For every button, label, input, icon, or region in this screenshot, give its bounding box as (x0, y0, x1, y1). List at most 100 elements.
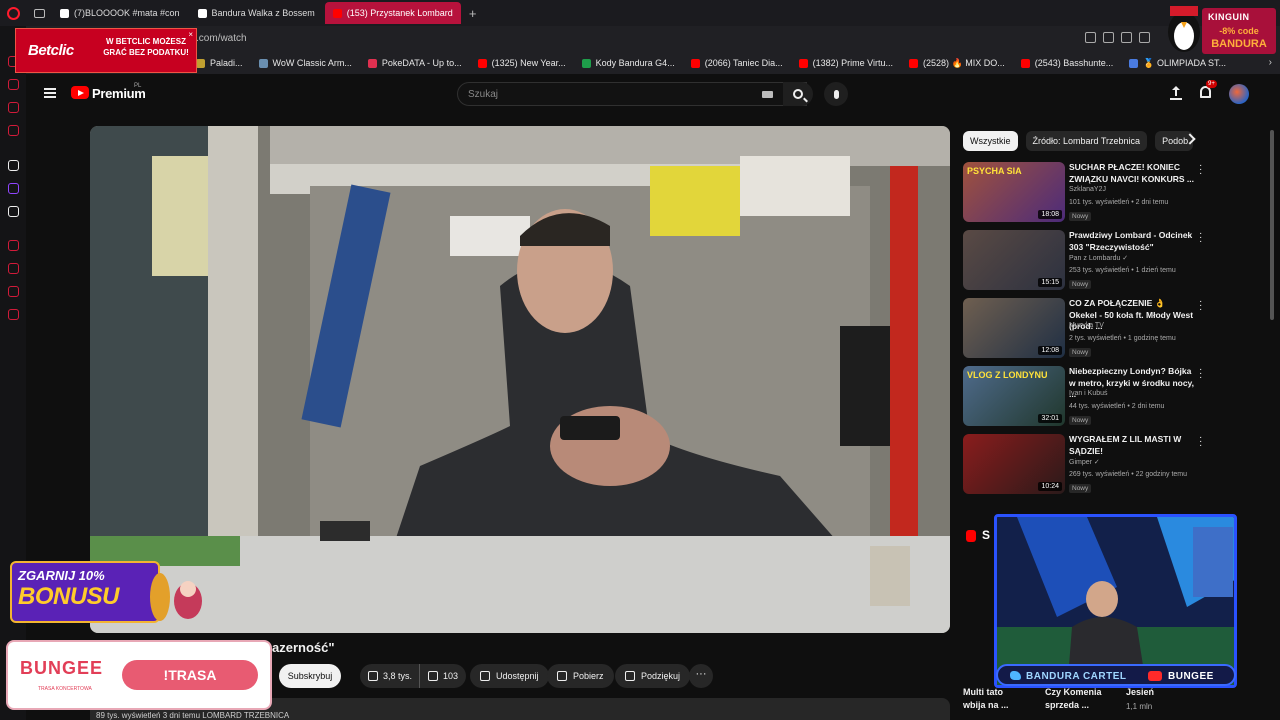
tab-label: Bandura Walka z Bossem (211, 8, 315, 18)
zoom-icon[interactable] (1085, 32, 1096, 43)
recommendation-item[interactable]: 10:24 WYGRAŁEM Z LIL MASTI W SĄDZIE! Gimpe… (963, 433, 1213, 494)
download-icon (557, 671, 567, 681)
thumbnail-caption: PSYCHA SIA (967, 166, 1022, 176)
webcam-image (997, 517, 1234, 685)
bonus-ad[interactable]: ZGARNIJ 10% BONUSU (8, 559, 208, 625)
sidebar-tiktok-icon[interactable] (8, 160, 19, 171)
bookmark-favicon-icon (1020, 58, 1030, 68)
bookmark-icon[interactable] (1121, 32, 1132, 43)
like-button[interactable]: 3,8 tys. (360, 664, 420, 688)
video-player[interactable] (90, 126, 950, 633)
video-duration: 10:24 (1038, 482, 1062, 491)
share-button[interactable]: Udostępnij (470, 664, 549, 688)
sidebar-downloads-icon[interactable] (8, 286, 19, 297)
short-title[interactable]: Czy Komenia sprzeda ... (1045, 686, 1102, 712)
thumbs-down-icon (428, 671, 438, 681)
mascot-icon (150, 573, 202, 621)
chip-all[interactable]: Wszystkie (963, 131, 1018, 151)
dislike-count: 103 (443, 671, 459, 681)
bungee-ad[interactable]: BUNGEE TRASA KONCERTOWA !TRASA (6, 640, 272, 710)
trasa-button[interactable]: !TRASA (122, 660, 258, 690)
snapshot-icon[interactable] (1139, 32, 1150, 43)
more-actions-button[interactable]: ··· (689, 664, 713, 688)
video-thumbnail[interactable]: PSYCHA SIA 18:08 (963, 162, 1065, 222)
bookmark-label: (1382) Prime Virtu... (812, 58, 893, 68)
short-title[interactable]: Multi tato wbija na ... (963, 686, 1009, 712)
chip-source[interactable]: Źródło: Lombard Trzebnica (1025, 131, 1148, 151)
bookmark-item[interactable]: Paladi... (196, 58, 243, 68)
search-input[interactable] (458, 83, 748, 106)
more-options-icon[interactable]: · · · (1199, 297, 1202, 315)
video-duration: 12:08 (1038, 346, 1062, 355)
video-thumbnail[interactable]: 12:08 (963, 298, 1065, 358)
recommendation-item[interactable]: VLOG Z LONDYNU 32:01 Niebezpieczny Londyn?… (963, 365, 1213, 426)
dislike-button[interactable]: 103 (420, 664, 466, 688)
close-icon[interactable]: × (188, 30, 193, 39)
thanks-icon (625, 671, 635, 681)
sidebar-instagram-icon[interactable] (8, 102, 19, 113)
bookmark-item[interactable]: (2528) 🔥 MIX DO... (908, 58, 1005, 69)
bookmark-item[interactable]: (1325) New Year... (477, 58, 566, 68)
video-thumbnail[interactable]: 15:15 (963, 230, 1065, 290)
browser-tab-active[interactable]: (153) Przystanek Lombard (324, 2, 461, 24)
sidebar-settings-icon[interactable] (8, 309, 19, 320)
opera-logo-icon[interactable] (0, 0, 26, 26)
bonus-line1: ZGARNIJ 10% (18, 568, 105, 583)
subscribe-button[interactable]: Subskrybuj (279, 664, 341, 688)
short-views: 1,1 mln (1126, 702, 1153, 711)
bookmark-item[interactable]: Kody Bandura G4... (581, 58, 675, 68)
search-button[interactable] (783, 82, 813, 106)
new-tab-button[interactable]: + (463, 6, 483, 21)
url-field[interactable]: .com/watch (196, 33, 247, 44)
thanks-label: Podziękuj (641, 671, 681, 681)
avatar[interactable] (1229, 84, 1249, 104)
bookmark-item[interactable]: WoW Classic Arm... (258, 58, 352, 68)
browser-tab[interactable]: Bandura Walka z Bossem (190, 2, 323, 24)
more-options-icon[interactable]: · · · (1199, 433, 1202, 451)
voice-search-button[interactable] (824, 82, 848, 106)
scrollbar[interactable] (1270, 130, 1274, 320)
sidebar-player-icon[interactable] (8, 125, 19, 136)
bookmarks-more-icon[interactable]: › (1269, 57, 1272, 68)
tab-label: (7)BLOOOOK #mata #con (74, 8, 180, 18)
bookmark-item[interactable]: (2066) Taniec Dia... (690, 58, 783, 68)
bookmark-favicon-icon (367, 58, 377, 68)
create-icon[interactable] (1170, 86, 1182, 100)
bookmark-label: (2543) Basshunte... (1034, 58, 1114, 68)
more-options-icon[interactable]: · · · (1199, 365, 1202, 383)
screen: (7)BLOOOOK #mata #con Bandura Walka z Bo… (0, 0, 1280, 720)
tab-switcher-icon[interactable] (26, 0, 52, 26)
keyboard-icon[interactable] (762, 91, 773, 98)
share-label: Udostępnij (496, 671, 539, 681)
kinguin-ad[interactable]: KINGUIN -8% code BANDURA (1160, 2, 1278, 56)
sidebar-messenger-icon[interactable] (8, 79, 19, 90)
bookmark-item[interactable]: (2543) Basshunte... (1020, 58, 1114, 68)
recommendation-item[interactable]: PSYCHA SIA 18:08 SUCHAR PŁACZE! KONIEC ZWI… (963, 161, 1213, 222)
bookmark-item[interactable]: PokeDATA - Up to... (367, 58, 462, 68)
video-thumbnail[interactable]: VLOG Z LONDYNU 32:01 (963, 366, 1065, 426)
shorts-icon (966, 530, 976, 542)
pin-icon[interactable] (1103, 32, 1114, 43)
bookmark-item[interactable]: 🏅 OLIMPIADA ST... (1129, 58, 1226, 69)
recommendation-item[interactable]: 15:15 Prawdziwy Lombard - Odcinek 303 "Rz… (963, 229, 1213, 290)
more-options-icon[interactable]: · · · (1199, 161, 1202, 179)
video-thumbnail[interactable]: 10:24 (963, 434, 1065, 494)
download-button[interactable]: Pobierz (547, 664, 614, 688)
bookmark-label: (2066) Taniec Dia... (704, 58, 783, 68)
menu-icon[interactable] (44, 88, 56, 98)
recommendation-item[interactable]: 12:08 CO ZA POŁĄCZENIE 👌 Okekel - 50 koła… (963, 297, 1213, 358)
download-label: Pobierz (573, 671, 604, 681)
twitter-icon (1010, 671, 1021, 680)
more-options-icon[interactable]: · · · (1199, 229, 1202, 247)
thanks-button[interactable]: Podziękuj (615, 664, 691, 688)
sidebar-x-icon[interactable] (8, 206, 19, 217)
sidebar-history-icon[interactable] (8, 240, 19, 251)
browser-tab[interactable]: (7)BLOOOOK #mata #con (52, 2, 188, 24)
youtube-icon (332, 8, 342, 18)
youtube-logo-icon[interactable] (71, 86, 89, 99)
kinguin-brand: BANDURA (1211, 38, 1267, 50)
bookmark-item[interactable]: (1382) Prime Virtu... (798, 58, 893, 68)
sidebar-clock-icon[interactable] (8, 263, 19, 274)
betclic-ad[interactable]: Betclic W BETCLIC MOŻESZ GRAĆ BEZ PODATK… (15, 28, 197, 73)
sidebar-twitch-icon[interactable] (8, 183, 19, 194)
